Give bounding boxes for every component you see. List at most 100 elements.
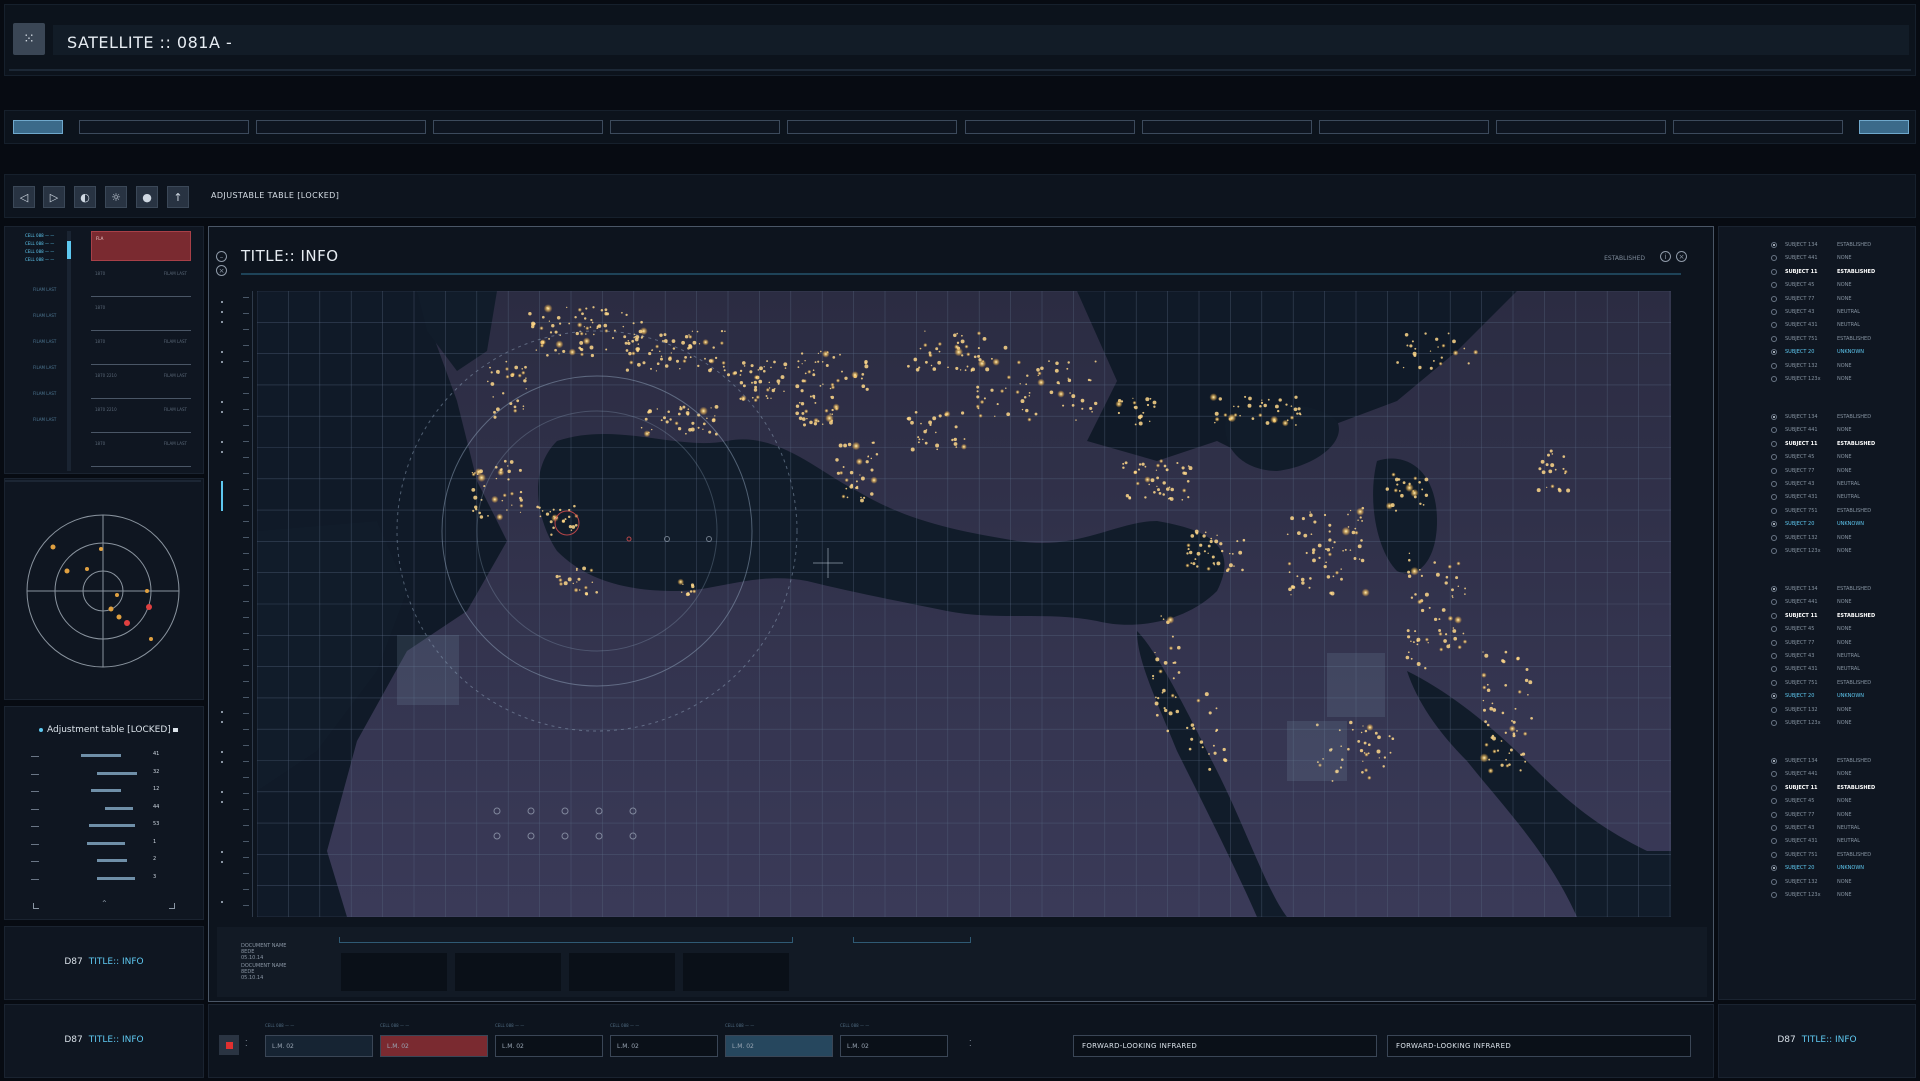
adjustment-row[interactable]: 12 <box>27 786 177 796</box>
subject-radio[interactable] <box>1771 892 1777 898</box>
subject-row[interactable]: SUBJECT 11 ESTABLISHED <box>1719 266 1917 278</box>
table-row[interactable]: 1870 FILAM LAST <box>91 437 191 467</box>
subject-radio[interactable] <box>1771 467 1777 474</box>
adjustment-row[interactable]: 44 <box>27 804 177 814</box>
subject-radio[interactable] <box>1771 481 1777 487</box>
subject-row[interactable]: SUBJECT 77 NONE <box>1719 465 1917 477</box>
subject-radio[interactable] <box>1771 440 1777 447</box>
lm-field[interactable]: L.M. 02 <box>265 1035 373 1057</box>
adjustment-row[interactable]: 1 <box>27 839 177 849</box>
satellite-map[interactable] <box>257 291 1671 917</box>
lm-field[interactable]: L.M. 02 <box>840 1035 948 1057</box>
adjustment-slider[interactable] <box>105 806 133 810</box>
subject-row[interactable]: SUBJECT 751 ESTABLISHED <box>1719 677 1917 689</box>
tab-9[interactable] <box>1318 120 1489 134</box>
subject-row[interactable]: SUBJECT 20 UNKNOWN <box>1719 862 1917 874</box>
subject-row[interactable]: SUBJECT 20 UNKNOWN <box>1719 346 1917 358</box>
subject-row[interactable]: SUBJECT 43 NEUTRAL <box>1719 478 1917 490</box>
subject-radio[interactable] <box>1771 825 1777 831</box>
subject-row[interactable]: SUBJECT 751 ESTABLISHED <box>1719 505 1917 517</box>
subject-radio[interactable] <box>1771 521 1777 528</box>
tab-11[interactable] <box>1672 120 1843 134</box>
subject-radio[interactable] <box>1771 362 1777 369</box>
tab-5[interactable] <box>610 120 781 134</box>
table-row[interactable]: 1870 <box>91 301 191 331</box>
subject-radio[interactable] <box>1771 242 1777 248</box>
pin-button[interactable]: ↑ <box>167 186 189 208</box>
subject-radio[interactable] <box>1771 851 1777 858</box>
document-thumb[interactable] <box>569 953 675 991</box>
tab-2[interactable] <box>79 120 250 134</box>
alert-row[interactable]: FLA <box>91 231 191 261</box>
close-icon[interactable]: × <box>216 265 227 276</box>
lm-field[interactable]: L.M. 02 <box>495 1035 603 1057</box>
subject-radio[interactable] <box>1771 507 1777 514</box>
adjustment-slider[interactable] <box>97 876 135 880</box>
lm-field[interactable]: L.M. 02 <box>725 1035 833 1057</box>
subject-row[interactable]: SUBJECT 132 NONE <box>1719 532 1917 544</box>
subject-row[interactable]: SUBJECT 751 ESTABLISHED <box>1719 333 1917 345</box>
table-row[interactable]: 1870 FILAM LAST <box>91 335 191 365</box>
subject-radio[interactable] <box>1771 309 1777 315</box>
brightness-button[interactable]: ☼ <box>105 186 127 208</box>
subject-radio[interactable] <box>1771 376 1777 382</box>
menu-button[interactable]: ⁙ <box>13 23 45 55</box>
tab-3[interactable] <box>256 120 427 134</box>
table-row[interactable]: 1870 2210 FILAM LAST <box>91 369 191 399</box>
scroll-bar[interactable] <box>67 231 71 471</box>
info-panel-right[interactable]: D87 TITLE:: INFO <box>1718 1004 1916 1078</box>
flir-field-1[interactable]: FORWARD-LOOKING INFRARED <box>1073 1035 1377 1057</box>
adjustment-row[interactable]: 2 <box>27 856 177 866</box>
tab-10[interactable] <box>1495 120 1666 134</box>
subject-row[interactable]: SUBJECT 431 NEUTRAL <box>1719 491 1917 503</box>
adjustment-row[interactable]: 32 <box>27 769 177 779</box>
document-thumb[interactable] <box>455 953 561 991</box>
subject-radio[interactable] <box>1771 295 1777 302</box>
subject-row[interactable]: SUBJECT 441 NONE <box>1719 768 1917 780</box>
minimize-icon[interactable]: – <box>216 251 227 262</box>
subject-radio[interactable] <box>1771 427 1777 434</box>
subject-row[interactable]: SUBJECT 20 UNKNOWN <box>1719 518 1917 530</box>
tab-6[interactable] <box>787 120 958 134</box>
subject-radio[interactable] <box>1771 255 1777 262</box>
subject-row[interactable]: SUBJECT 132 NONE <box>1719 876 1917 888</box>
subject-row[interactable]: SUBJECT 134 ESTABLISHED <box>1719 411 1917 423</box>
subject-radio[interactable] <box>1771 349 1777 356</box>
subject-row[interactable]: SUBJECT 77 NONE <box>1719 293 1917 305</box>
adjustment-row[interactable]: 3 <box>27 874 177 884</box>
flir-field-2[interactable]: FORWARD-LOOKING INFRARED <box>1387 1035 1691 1057</box>
info-panel-left-1[interactable]: D87 TITLE:: INFO <box>4 926 204 1000</box>
subject-row[interactable]: SUBJECT 431 NEUTRAL <box>1719 319 1917 331</box>
table-row[interactable]: 1870 FILAM LAST <box>91 267 191 297</box>
subject-radio[interactable] <box>1771 679 1777 686</box>
subject-radio[interactable] <box>1771 865 1777 872</box>
subject-row[interactable]: SUBJECT 441 NONE <box>1719 252 1917 264</box>
subject-radio[interactable] <box>1771 548 1777 554</box>
adjustment-slider[interactable] <box>87 841 125 845</box>
subject-radio[interactable] <box>1771 706 1777 713</box>
adjustment-slider[interactable] <box>91 789 121 792</box>
subject-row[interactable]: SUBJECT 123x NONE <box>1719 545 1917 557</box>
subject-row[interactable]: SUBJECT 132 NONE <box>1719 704 1917 716</box>
subject-row[interactable]: SUBJECT 134 ESTABLISHED <box>1719 755 1917 767</box>
subject-radio[interactable] <box>1771 878 1777 885</box>
subject-radio[interactable] <box>1771 626 1777 633</box>
subject-row[interactable]: SUBJECT 132 NONE <box>1719 360 1917 372</box>
tab-7[interactable] <box>964 120 1135 134</box>
table-row[interactable]: 1870 2210 FILAM LAST <box>91 403 191 433</box>
subject-radio[interactable] <box>1771 454 1777 461</box>
subject-row[interactable]: SUBJECT 11 ESTABLISHED <box>1719 782 1917 794</box>
subject-row[interactable]: SUBJECT 441 NONE <box>1719 424 1917 436</box>
tab-4[interactable] <box>433 120 604 134</box>
subject-row[interactable]: SUBJECT 11 ESTABLISHED <box>1719 610 1917 622</box>
subject-row[interactable]: SUBJECT 123x NONE <box>1719 717 1917 729</box>
subject-radio[interactable] <box>1771 639 1777 646</box>
adjustment-slider[interactable] <box>81 754 121 757</box>
subject-row[interactable]: SUBJECT 77 NONE <box>1719 637 1917 649</box>
subject-radio[interactable] <box>1771 653 1777 659</box>
subject-radio[interactable] <box>1771 282 1777 289</box>
subject-row[interactable]: SUBJECT 43 NEUTRAL <box>1719 650 1917 662</box>
info-icon[interactable]: i <box>1660 251 1671 262</box>
subject-radio[interactable] <box>1771 414 1777 420</box>
info-panel-left-2[interactable]: D87 TITLE:: INFO <box>4 1004 204 1078</box>
